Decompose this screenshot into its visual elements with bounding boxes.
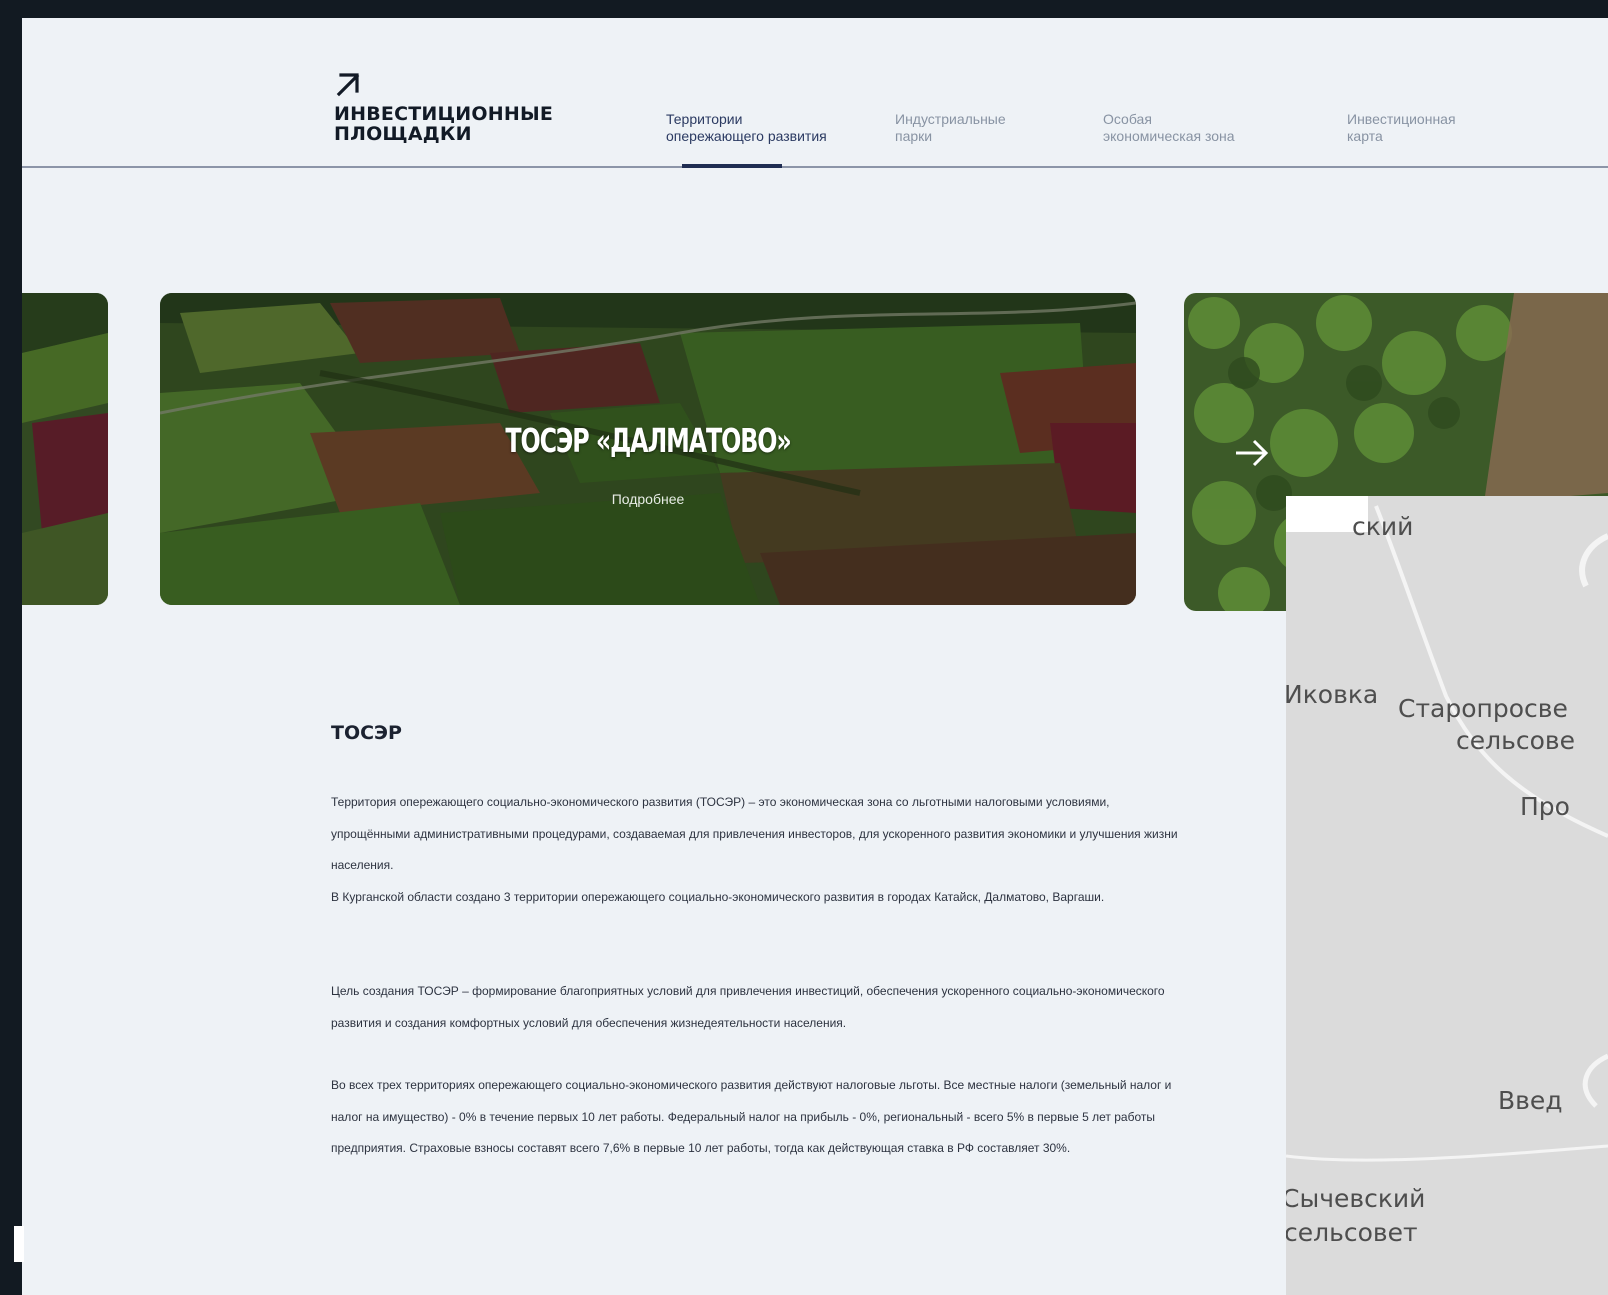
map-roads <box>1286 505 1608 1162</box>
page: ИНВЕСТИЦИОННЫЕ ПЛОЩАДКИ Территории опере… <box>22 18 1608 1295</box>
arrow-up-right-icon <box>336 73 360 97</box>
nav-tab-special-economic-zone[interactable]: Особая экономическая зона <box>1103 111 1235 145</box>
map-label: Старопросве <box>1398 694 1568 723</box>
section-title: ТОСЭР <box>331 722 402 744</box>
paragraph: Во всех трех территориях опережающего со… <box>331 1078 1172 1155</box>
arrow-right-icon[interactable] <box>1234 438 1270 468</box>
map-widget[interactable]: ский Иковка Старопросве сельсове Про Вве… <box>1286 496 1608 1295</box>
paragraph: В Курганской области создано 3 территори… <box>331 889 1105 904</box>
browser-viewport: ИНВЕСТИЦИОННЫЕ ПЛОЩАДКИ Территории опере… <box>0 0 1608 1295</box>
map-label: Про <box>1520 792 1570 821</box>
fields-aerial-image <box>22 293 108 605</box>
header-divider <box>22 166 1608 168</box>
paragraph: Цель создания ТОСЭР – формирование благо… <box>331 984 1165 1030</box>
slide-title: ТОСЭР «ДАЛМАТОВО» <box>505 421 791 460</box>
carousel-slide-previous[interactable] <box>22 293 108 605</box>
active-tab-indicator <box>682 164 782 168</box>
nav-tab-industrial-parks[interactable]: Индустриальные парки <box>895 111 1006 145</box>
nav-tab-investment-map[interactable]: Инвестиционная карта <box>1347 111 1456 145</box>
map-label: сельсовет <box>1286 1218 1418 1247</box>
map-label: Сычевский <box>1286 1184 1426 1213</box>
map-label: Иковка <box>1286 680 1379 709</box>
carousel-slide-active[interactable]: ТОСЭР «ДАЛМАТОВО» Подробнее <box>160 293 1136 605</box>
logo-text: ИНВЕСТИЦИОННЫЕ ПЛОЩАДКИ <box>334 103 554 145</box>
map-label: ский <box>1352 512 1414 541</box>
site-logo[interactable]: ИНВЕСТИЦИОННЫЕ ПЛОЩАДКИ <box>334 70 554 144</box>
map-label: сельсове <box>1456 726 1575 755</box>
map-label: Введ <box>1498 1086 1563 1115</box>
slide-more-link[interactable]: Подробнее <box>160 491 1136 507</box>
corner-square <box>14 1226 24 1262</box>
paragraph: Территория опережающего социально-эконом… <box>331 795 1178 872</box>
intro-text: Территория опережающего социально-эконом… <box>331 787 1191 913</box>
nav-tab-priority-territories[interactable]: Территории опережающего развития <box>666 111 827 145</box>
